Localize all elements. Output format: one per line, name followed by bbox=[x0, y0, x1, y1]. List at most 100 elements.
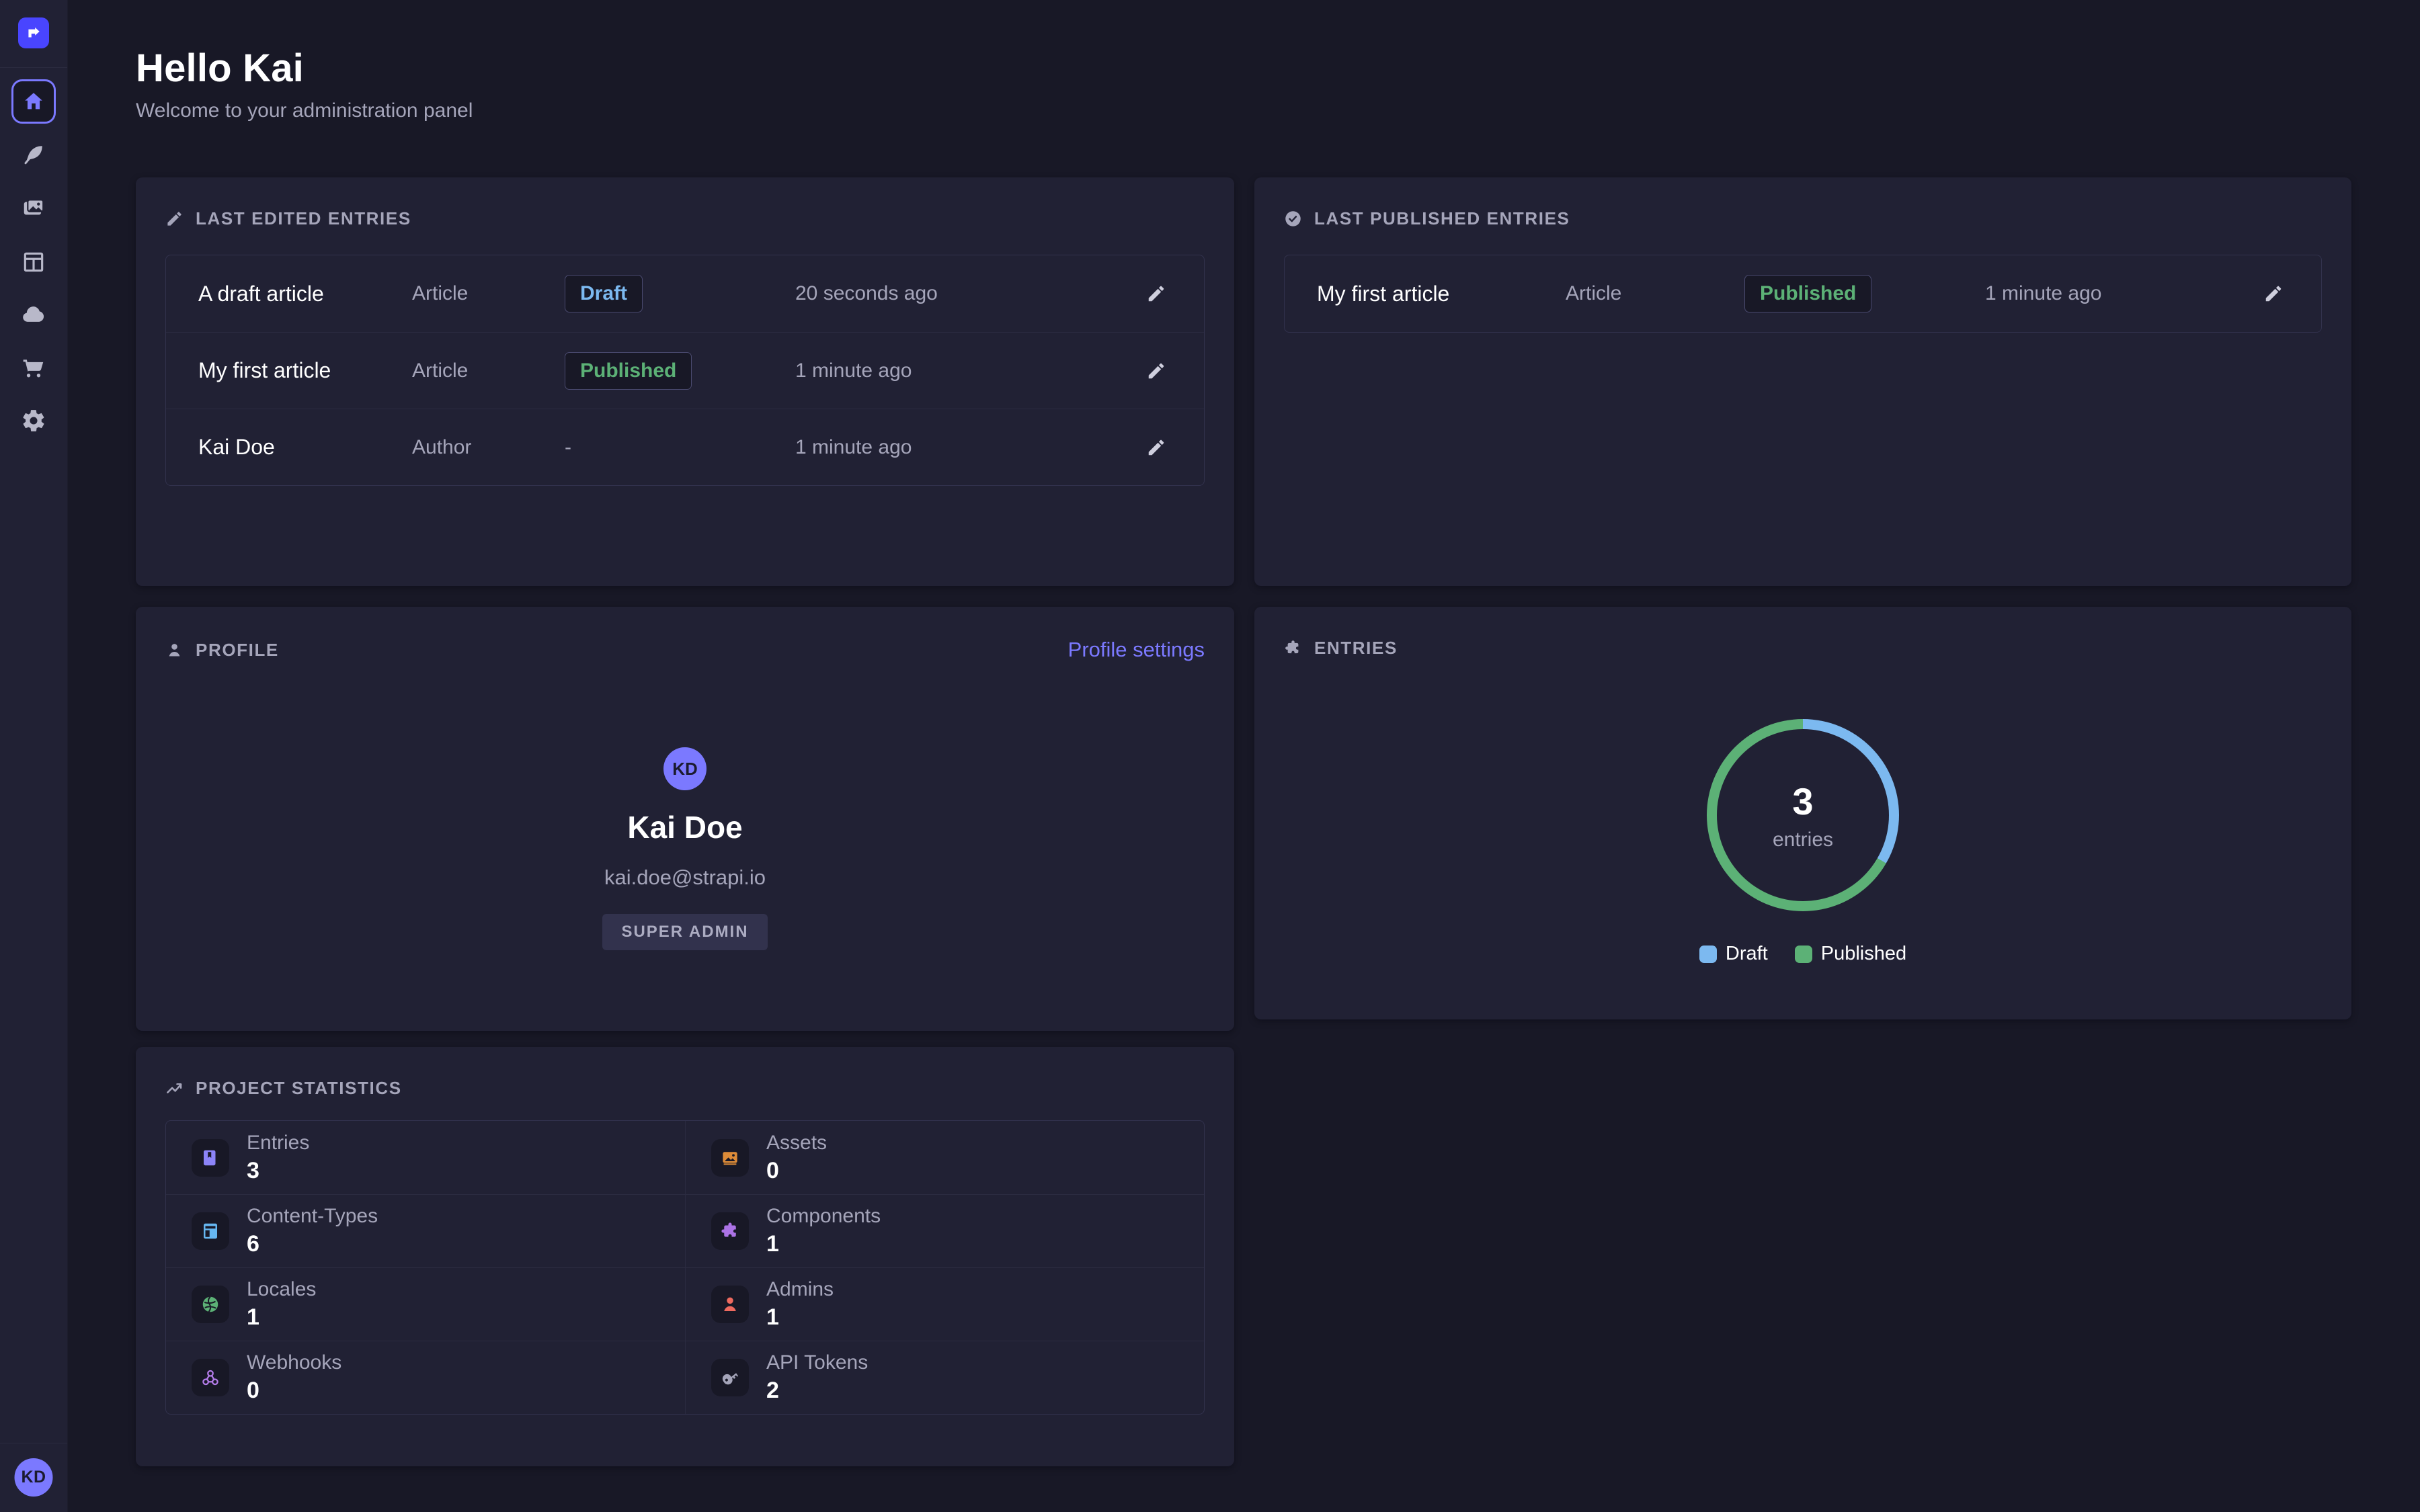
pencil-icon bbox=[165, 210, 184, 228]
legend-label: Draft bbox=[1726, 943, 1768, 965]
legend-label: Published bbox=[1821, 943, 1906, 965]
sidebar-item-home[interactable] bbox=[11, 79, 56, 124]
sidebar-item-content-manager[interactable] bbox=[16, 137, 51, 172]
puzzle-icon bbox=[711, 1212, 749, 1250]
role-badge: SUPER ADMIN bbox=[602, 914, 767, 950]
webhook-icon bbox=[192, 1359, 229, 1396]
entry-type: Article bbox=[412, 360, 565, 382]
check-circle-icon bbox=[1284, 210, 1302, 228]
stat-label: Assets bbox=[766, 1132, 827, 1154]
layout-icon bbox=[192, 1212, 229, 1250]
table-row[interactable]: My first article Article Published 1 min… bbox=[1285, 255, 2321, 332]
strapi-admin-dashboard: KD Hello Kai Welcome to your administrat… bbox=[0, 0, 2420, 1512]
entries-donut-chart: 3 entries bbox=[1707, 719, 1899, 911]
gear-icon bbox=[21, 408, 46, 433]
profile-name: Kai Doe bbox=[627, 809, 742, 845]
entry-name: A draft article bbox=[198, 282, 412, 306]
entry-time: 1 minute ago bbox=[795, 360, 1141, 382]
sidebar-item-media-library[interactable] bbox=[16, 191, 51, 226]
user-avatar-button[interactable]: KD bbox=[15, 1458, 53, 1497]
entry-type: Article bbox=[412, 282, 565, 305]
stat-label: Webhooks bbox=[247, 1351, 341, 1374]
edit-entry-button[interactable] bbox=[2258, 278, 2289, 309]
table-row[interactable]: A draft article Article Draft 20 seconds… bbox=[166, 255, 1204, 332]
stat-value: 0 bbox=[766, 1158, 827, 1184]
entry-time: 20 seconds ago bbox=[795, 282, 1141, 305]
panel-header: LAST PUBLISHED ENTRIES bbox=[1254, 177, 2351, 229]
legend-item-published: Published bbox=[1795, 943, 1906, 965]
pencil-icon bbox=[1146, 437, 1166, 458]
last-edited-entries-panel: LAST EDITED ENTRIES A draft article Arti… bbox=[136, 177, 1234, 586]
panel-title: PROJECT STATISTICS bbox=[196, 1078, 402, 1099]
strapi-logo-icon bbox=[25, 24, 42, 42]
stat-value: 0 bbox=[247, 1378, 341, 1404]
sidebar-item-content-type-builder[interactable] bbox=[16, 245, 51, 280]
sidebar-divider-top bbox=[0, 67, 67, 68]
panel-header: ENTRIES bbox=[1254, 607, 2351, 659]
entry-name: Kai Doe bbox=[198, 435, 412, 460]
entry-type: Article bbox=[1566, 282, 1744, 305]
stat-value: 6 bbox=[247, 1231, 378, 1257]
stat-label: Locales bbox=[247, 1278, 316, 1301]
entry-time: 1 minute ago bbox=[795, 436, 1141, 459]
page-subtitle: Welcome to your administration panel bbox=[136, 99, 473, 122]
stat-value: 1 bbox=[766, 1304, 834, 1331]
strapi-logo[interactable] bbox=[18, 17, 49, 48]
page-title: Hello Kai bbox=[136, 46, 304, 91]
sidebar-item-marketplace[interactable] bbox=[16, 349, 51, 384]
stat-components: Components 1 bbox=[685, 1194, 1204, 1267]
stat-admins: Admins 1 bbox=[685, 1267, 1204, 1341]
image-icon bbox=[711, 1139, 749, 1177]
entry-time: 1 minute ago bbox=[1985, 282, 2258, 305]
chart-legend: Draft Published bbox=[1254, 943, 2351, 965]
panel-title: LAST EDITED ENTRIES bbox=[196, 208, 411, 229]
edit-entry-button[interactable] bbox=[1141, 432, 1172, 463]
status-badge-draft: Draft bbox=[565, 275, 643, 312]
globe-icon bbox=[192, 1286, 229, 1323]
sidebar-item-settings[interactable] bbox=[16, 403, 51, 438]
trend-up-icon bbox=[165, 1079, 184, 1097]
table-row[interactable]: Kai Doe Author - 1 minute ago bbox=[166, 409, 1204, 485]
profile-avatar: KD bbox=[663, 747, 707, 790]
donut-total-label: entries bbox=[1773, 829, 1833, 851]
stat-label: Entries bbox=[247, 1132, 309, 1154]
donut-hole: 3 entries bbox=[1717, 729, 1889, 901]
edit-entry-button[interactable] bbox=[1141, 355, 1172, 386]
stat-assets: Assets 0 bbox=[685, 1121, 1204, 1194]
stat-value: 3 bbox=[247, 1158, 309, 1184]
pencil-icon bbox=[1146, 361, 1166, 381]
entry-type: Author bbox=[412, 436, 565, 459]
stat-value: 1 bbox=[247, 1304, 316, 1331]
project-statistics-panel: PROJECT STATISTICS Entries 3 Assets 0 bbox=[136, 1047, 1234, 1466]
last-published-table: My first article Article Published 1 min… bbox=[1284, 255, 2322, 333]
last-published-entries-panel: LAST PUBLISHED ENTRIES My first article … bbox=[1254, 177, 2351, 586]
pencil-icon bbox=[1146, 284, 1166, 304]
stats-grid: Entries 3 Assets 0 Content-Types bbox=[165, 1120, 1205, 1415]
profile-body: KD Kai Doe kai.doe@strapi.io SUPER ADMIN bbox=[136, 747, 1234, 950]
stat-entries: Entries 3 bbox=[166, 1121, 685, 1194]
stat-label: Content-Types bbox=[247, 1205, 378, 1228]
pencil-icon bbox=[2263, 284, 2284, 304]
panel-title: LAST PUBLISHED ENTRIES bbox=[1314, 208, 1570, 229]
stat-api-tokens: API Tokens 2 bbox=[685, 1341, 1204, 1414]
sidebar-item-deploy[interactable] bbox=[16, 297, 51, 332]
entry-name: My first article bbox=[198, 358, 412, 383]
panel-title: ENTRIES bbox=[1314, 638, 1398, 659]
profile-settings-link[interactable]: Profile settings bbox=[1068, 638, 1205, 662]
profile-email: kai.doe@strapi.io bbox=[604, 866, 766, 890]
user-icon bbox=[165, 641, 184, 659]
stat-value: 2 bbox=[766, 1378, 868, 1404]
panel-title: PROFILE bbox=[196, 640, 279, 661]
edit-entry-button[interactable] bbox=[1141, 278, 1172, 309]
stat-value: 1 bbox=[766, 1231, 881, 1257]
table-row[interactable]: My first article Article Published 1 min… bbox=[166, 332, 1204, 409]
cloud-icon bbox=[20, 301, 47, 328]
panel-header: LAST EDITED ENTRIES bbox=[136, 177, 1234, 229]
stat-label: API Tokens bbox=[766, 1351, 868, 1374]
cart-icon bbox=[21, 354, 46, 380]
profile-panel: PROFILE Profile settings KD Kai Doe kai.… bbox=[136, 607, 1234, 1031]
entries-panel: ENTRIES 3 entries Draft Published bbox=[1254, 607, 2351, 1019]
stat-content-types: Content-Types 6 bbox=[166, 1194, 685, 1267]
content-type-builder-icon bbox=[21, 249, 46, 275]
status-badge-published: Published bbox=[1744, 275, 1871, 312]
